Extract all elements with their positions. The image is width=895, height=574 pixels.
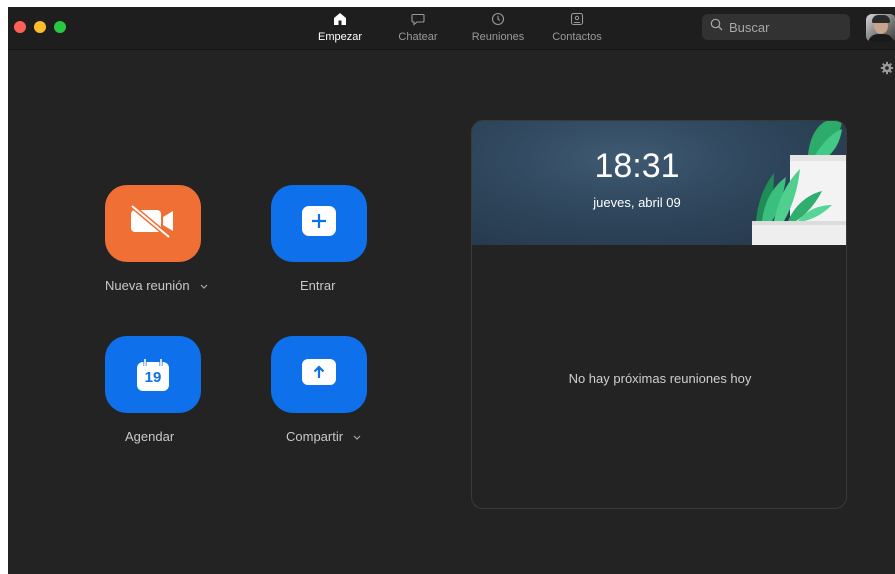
share-screen-button[interactable] — [271, 336, 367, 413]
join-label[interactable]: Entrar — [300, 278, 335, 293]
schedule-button[interactable]: 19 — [105, 336, 201, 413]
clock-banner: 18:31 jueves, abril 09 — [472, 121, 846, 245]
tab-label: Chatear — [398, 31, 438, 43]
tab-label: Reuniones — [471, 31, 525, 43]
tab-chatear[interactable]: Chatear — [394, 10, 442, 48]
avatar[interactable] — [866, 14, 895, 42]
share-up-arrow-icon — [301, 358, 337, 391]
join-button[interactable] — [271, 185, 367, 262]
close-window-button[interactable] — [14, 21, 26, 33]
zoom-window-button[interactable] — [54, 21, 66, 33]
tab-reuniones[interactable]: Reuniones — [467, 10, 529, 48]
new-meeting-text: Nueva reunión — [105, 278, 190, 293]
search-icon — [710, 18, 723, 36]
minimize-window-button[interactable] — [34, 21, 46, 33]
home-icon — [330, 10, 350, 28]
tab-empezar[interactable]: Empezar — [313, 10, 367, 48]
chat-bubble-icon — [408, 10, 428, 28]
video-off-icon — [129, 204, 177, 243]
contact-card-icon — [567, 10, 587, 28]
new-meeting-label[interactable]: Nueva reunión — [105, 278, 208, 293]
app-window: Empezar Chatear Reuniones Contactos Busc… — [8, 7, 895, 574]
tab-label: Empezar — [317, 31, 363, 43]
clock-icon — [488, 10, 508, 28]
title-bar: Empezar Chatear Reuniones Contactos Busc… — [8, 7, 895, 50]
plant-illustration — [752, 121, 846, 245]
plus-icon — [301, 205, 337, 242]
schedule-text: Agendar — [125, 429, 175, 444]
gear-icon[interactable] — [880, 61, 894, 75]
search-placeholder: Buscar — [729, 19, 770, 35]
search-input[interactable]: Buscar — [702, 14, 850, 40]
share-screen-label[interactable]: Compartir — [286, 429, 361, 444]
no-meetings-message: No hay próximas reuniones hoy — [568, 371, 752, 386]
schedule-label[interactable]: Agendar — [125, 429, 174, 444]
new-meeting-button[interactable] — [105, 185, 201, 262]
tab-label: Contactos — [552, 31, 602, 43]
share-screen-text: Compartir — [286, 429, 344, 444]
calendar-icon: 19 — [135, 358, 171, 392]
join-text: Entrar — [300, 278, 336, 293]
upcoming-meetings-panel: 18:31 jueves, abril 09 No hay próximas r… — [471, 120, 847, 509]
tab-contactos[interactable]: Contactos — [546, 10, 608, 48]
chevron-down-icon[interactable] — [353, 432, 361, 442]
calendar-day: 19 — [144, 368, 162, 386]
chevron-down-icon[interactable] — [200, 281, 208, 291]
